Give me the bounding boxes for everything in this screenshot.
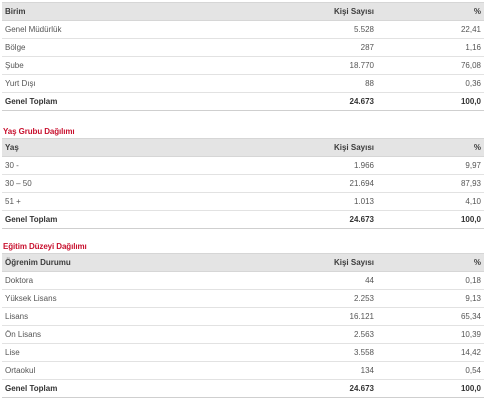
row-count: 16.121 <box>277 307 377 326</box>
column-header-count: Kişi Sayısı <box>277 2 377 21</box>
row-percent: 10,39 <box>377 325 484 344</box>
table-row: Lise 3.558 14,42 <box>2 343 484 362</box>
total-row: Genel Toplam 24.673 100,0 <box>2 92 484 111</box>
row-count: 2.253 <box>277 289 377 308</box>
page: Birim Kişi Sayısı % Genel Müdürlük 5.528… <box>2 0 484 398</box>
total-count: 24.673 <box>277 379 377 398</box>
row-count: 1.966 <box>277 156 377 175</box>
row-count: 287 <box>277 38 377 57</box>
row-percent: 65,34 <box>377 307 484 326</box>
table-row: Yüksek Lisans 2.253 9,13 <box>2 289 484 308</box>
total-row: Genel Toplam 24.673 100,0 <box>2 210 484 229</box>
total-row: Genel Toplam 24.673 100,0 <box>2 379 484 398</box>
table-header-row: Öğrenim Durumu Kişi Sayısı % <box>2 253 484 272</box>
row-label: Genel Müdürlük <box>2 20 277 39</box>
table-row: 51 + 1.013 4,10 <box>2 192 484 211</box>
table-row: Lisans 16.121 65,34 <box>2 307 484 326</box>
row-percent: 87,93 <box>377 174 484 193</box>
age-distribution-table: Yaş Kişi Sayısı % 30 - 1.966 9,97 30 – 5… <box>2 138 484 229</box>
row-count: 21.694 <box>277 174 377 193</box>
row-label: 51 + <box>2 192 277 211</box>
education-section-title: Eğitim Düzeyi Dağılımı <box>3 242 87 251</box>
column-header-percent: % <box>377 253 484 272</box>
total-percent: 100,0 <box>377 379 484 398</box>
table-row: Ortaokul 134 0,54 <box>2 361 484 380</box>
row-percent: 22,41 <box>377 20 484 39</box>
total-count: 24.673 <box>277 92 377 111</box>
column-header-percent: % <box>377 138 484 157</box>
row-percent: 0,18 <box>377 271 484 290</box>
total-label: Genel Toplam <box>2 379 277 398</box>
row-label: Doktora <box>2 271 277 290</box>
row-percent: 9,97 <box>377 156 484 175</box>
table-row: Ön Lisans 2.563 10,39 <box>2 325 484 344</box>
row-percent: 9,13 <box>377 289 484 308</box>
column-header-age: Yaş <box>2 138 277 157</box>
row-percent: 0,36 <box>377 74 484 93</box>
row-label: Lise <box>2 343 277 362</box>
row-label: 30 - <box>2 156 277 175</box>
row-count: 3.558 <box>277 343 377 362</box>
row-label: Yüksek Lisans <box>2 289 277 308</box>
row-label: 30 – 50 <box>2 174 277 193</box>
row-count: 1.013 <box>277 192 377 211</box>
column-header-count: Kişi Sayısı <box>277 253 377 272</box>
table-row: Bölge 287 1,16 <box>2 38 484 57</box>
table-row: Genel Müdürlük 5.528 22,41 <box>2 20 484 39</box>
total-percent: 100,0 <box>377 92 484 111</box>
row-label: Bölge <box>2 38 277 57</box>
table-row: Yurt Dışı 88 0,36 <box>2 74 484 93</box>
total-label: Genel Toplam <box>2 210 277 229</box>
row-label: Yurt Dışı <box>2 74 277 93</box>
row-label: Şube <box>2 56 277 75</box>
row-count: 44 <box>277 271 377 290</box>
column-header-education: Öğrenim Durumu <box>2 253 277 272</box>
row-percent: 4,10 <box>377 192 484 211</box>
row-percent: 14,42 <box>377 343 484 362</box>
row-label: Ön Lisans <box>2 325 277 344</box>
row-count: 88 <box>277 74 377 93</box>
table-row: Şube 18.770 76,08 <box>2 56 484 75</box>
unit-distribution-table: Birim Kişi Sayısı % Genel Müdürlük 5.528… <box>2 2 484 111</box>
table-header-row: Birim Kişi Sayısı % <box>2 2 484 21</box>
row-label: Ortaokul <box>2 361 277 380</box>
column-header-unit: Birim <box>2 2 277 21</box>
column-header-percent: % <box>377 2 484 21</box>
row-count: 134 <box>277 361 377 380</box>
row-percent: 76,08 <box>377 56 484 75</box>
row-count: 18.770 <box>277 56 377 75</box>
row-percent: 0,54 <box>377 361 484 380</box>
column-header-count: Kişi Sayısı <box>277 138 377 157</box>
age-section-title: Yaş Grubu Dağılımı <box>3 127 75 136</box>
table-row: 30 - 1.966 9,97 <box>2 156 484 175</box>
total-percent: 100,0 <box>377 210 484 229</box>
table-header-row: Yaş Kişi Sayısı % <box>2 138 484 157</box>
row-count: 2.563 <box>277 325 377 344</box>
total-count: 24.673 <box>277 210 377 229</box>
row-count: 5.528 <box>277 20 377 39</box>
row-label: Lisans <box>2 307 277 326</box>
total-label: Genel Toplam <box>2 92 277 111</box>
education-distribution-table: Öğrenim Durumu Kişi Sayısı % Doktora 44 … <box>2 253 484 398</box>
table-row: Doktora 44 0,18 <box>2 271 484 290</box>
row-percent: 1,16 <box>377 38 484 57</box>
table-row: 30 – 50 21.694 87,93 <box>2 174 484 193</box>
